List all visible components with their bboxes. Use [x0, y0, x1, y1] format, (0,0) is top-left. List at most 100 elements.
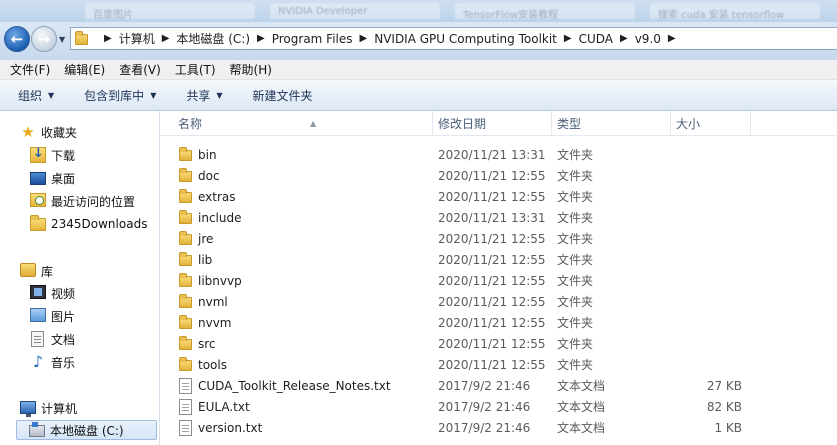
- file-row[interactable]: bin 2020/11/21 13:31 文件夹: [161, 145, 837, 166]
- back-button[interactable]: ←: [4, 26, 30, 52]
- include-in-library-label: 包含到库中: [84, 88, 145, 103]
- forward-button[interactable]: →: [31, 26, 57, 52]
- breadcrumb-separator-icon[interactable]: ▶: [360, 33, 368, 44]
- nav-desktop[interactable]: 桌面: [30, 168, 75, 188]
- file-modified-date: 2020/11/21 12:55: [438, 232, 546, 246]
- file-type: 文件夹: [557, 295, 594, 309]
- file-row[interactable]: libnvvp 2020/11/21 12:55 文件夹: [161, 271, 837, 292]
- file-row[interactable]: CUDA_Toolkit_Release_Notes.txt 2017/9/2 2…: [161, 376, 837, 397]
- folder-icon: [179, 294, 195, 310]
- nav-pictures[interactable]: 图片: [30, 306, 75, 326]
- file-name: doc: [198, 169, 220, 183]
- file-row[interactable]: tools 2020/11/21 12:55 文件夹: [161, 355, 837, 376]
- breadcrumb-separator-icon[interactable]: ▶: [564, 33, 572, 44]
- file-row[interactable]: lib 2020/11/21 12:55 文件夹: [161, 250, 837, 271]
- navigation-pane: ★ 收藏夹 下载 桌面 最近访问的位置 2345Downloads 库 视频 图…: [0, 111, 160, 445]
- folder-icon: [179, 189, 195, 205]
- nav-videos[interactable]: 视频: [30, 283, 75, 303]
- menu-help[interactable]: 帮助(H): [230, 61, 272, 78]
- star-icon: ★: [21, 123, 35, 141]
- file-type: 文件夹: [557, 169, 594, 183]
- sort-ascending-icon: ▲: [310, 119, 317, 128]
- breadcrumb-program-files[interactable]: Program Files: [272, 32, 353, 46]
- share-label: 共享: [186, 88, 211, 103]
- menu-file[interactable]: 文件(F): [10, 61, 50, 78]
- folder-icon: [179, 273, 195, 289]
- file-row[interactable]: doc 2020/11/21 12:55 文件夹: [161, 166, 837, 187]
- music-note-icon: ♪: [32, 352, 44, 371]
- new-folder-button[interactable]: 新建文件夹: [253, 87, 313, 104]
- back-arrow-icon: ←: [10, 30, 24, 48]
- nav-documents[interactable]: 文档: [30, 329, 75, 349]
- column-header-size[interactable]: 大小: [671, 111, 751, 136]
- nav-downloads[interactable]: 下载: [30, 145, 75, 165]
- breadcrumb-separator-icon[interactable]: ▶: [162, 33, 170, 44]
- column-header-type[interactable]: 类型: [552, 111, 671, 136]
- file-row[interactable]: EULA.txt 2017/9/2 21:46 文本文档 82 KB: [161, 397, 837, 418]
- column-header-row: ▲ 名称 修改日期 类型 大小: [161, 111, 837, 136]
- organize-label: 组织: [18, 88, 43, 103]
- menu-edit[interactable]: 编辑(E): [64, 61, 105, 78]
- file-size: [674, 187, 742, 208]
- nav-local-disk-c[interactable]: 本地磁盘 (C:): [16, 420, 157, 440]
- ghost-tab: TensorFlow安装教程: [455, 3, 635, 21]
- video-icon: [30, 285, 46, 301]
- breadcrumb-separator-icon[interactable]: ▶: [668, 33, 676, 44]
- breadcrumb-cuda[interactable]: CUDA: [579, 32, 613, 46]
- file-row[interactable]: src 2020/11/21 12:55 文件夹: [161, 334, 837, 355]
- folder-icon: [179, 147, 195, 163]
- nav-label: 2345Downloads: [51, 217, 148, 231]
- nav-label: 下载: [51, 148, 76, 163]
- breadcrumb-separator-icon[interactable]: ▶: [257, 33, 265, 44]
- file-type: 文件夹: [557, 232, 594, 246]
- file-name: version.txt: [198, 421, 263, 435]
- folder-icon: [179, 252, 195, 268]
- breadcrumb-separator-icon[interactable]: ▶: [104, 33, 112, 44]
- file-row[interactable]: jre 2020/11/21 12:55 文件夹: [161, 229, 837, 250]
- nav-favorites[interactable]: ★ 收藏夹: [20, 122, 77, 142]
- file-row[interactable]: nvvm 2020/11/21 12:55 文件夹: [161, 313, 837, 334]
- breadcrumb-computer[interactable]: 计算机: [119, 30, 155, 47]
- nav-2345downloads[interactable]: 2345Downloads: [30, 214, 147, 234]
- file-type: 文件夹: [557, 316, 594, 330]
- file-row[interactable]: version.txt 2017/9/2 21:46 文本文档 1 KB: [161, 418, 837, 439]
- file-type: 文件夹: [557, 148, 594, 162]
- file-row[interactable]: nvml 2020/11/21 12:55 文件夹: [161, 292, 837, 313]
- nav-label: 文档: [51, 332, 76, 347]
- file-size: [674, 313, 742, 334]
- address-bar[interactable]: ▶ 计算机 ▶ 本地磁盘 (C:) ▶ Program Files ▶ NVID…: [70, 27, 837, 50]
- column-header-label: 修改日期: [438, 117, 487, 131]
- include-in-library-button[interactable]: 包含到库中 ▼: [84, 87, 156, 104]
- menu-view[interactable]: 查看(V): [119, 61, 161, 78]
- nav-label: 音乐: [51, 355, 76, 370]
- share-button[interactable]: 共享 ▼: [186, 87, 222, 104]
- file-modified-date: 2020/11/21 12:55: [438, 169, 546, 183]
- nav-recent-places[interactable]: 最近访问的位置: [30, 191, 135, 211]
- recent-pages-dropdown-icon[interactable]: ▼: [59, 35, 65, 44]
- column-header-date[interactable]: 修改日期: [433, 111, 552, 136]
- command-bar: 组织 ▼ 包含到库中 ▼ 共享 ▼ 新建文件夹: [0, 80, 837, 111]
- file-size: [674, 292, 742, 313]
- ghost-tab: 百度图片: [85, 3, 255, 21]
- nav-libraries[interactable]: 库: [20, 261, 53, 281]
- breadcrumb-separator-icon[interactable]: ▶: [620, 33, 628, 44]
- file-name: include: [198, 211, 242, 225]
- file-size: [674, 145, 742, 166]
- file-size: [674, 208, 742, 229]
- file-modified-date: 2020/11/21 12:55: [438, 316, 546, 330]
- breadcrumb-version[interactable]: v9.0: [635, 32, 661, 46]
- organize-button[interactable]: 组织 ▼: [18, 87, 54, 104]
- menu-bar: 文件(F) 编辑(E) 查看(V) 工具(T) 帮助(H): [0, 60, 837, 80]
- breadcrumb-nvidia-toolkit[interactable]: NVIDIA GPU Computing Toolkit: [374, 32, 557, 46]
- file-row[interactable]: extras 2020/11/21 12:55 文件夹: [161, 187, 837, 208]
- file-name: nvvm: [198, 316, 232, 330]
- nav-music[interactable]: ♪ 音乐: [30, 352, 75, 372]
- nav-computer[interactable]: 计算机: [20, 398, 77, 418]
- breadcrumb-local-disk[interactable]: 本地磁盘 (C:): [176, 30, 250, 47]
- file-type: 文本文档: [557, 400, 606, 414]
- column-header-name[interactable]: ▲ 名称: [173, 111, 433, 136]
- file-name: nvml: [198, 295, 228, 309]
- file-name: libnvvp: [198, 274, 242, 288]
- file-row[interactable]: include 2020/11/21 13:31 文件夹: [161, 208, 837, 229]
- menu-tools[interactable]: 工具(T): [175, 61, 216, 78]
